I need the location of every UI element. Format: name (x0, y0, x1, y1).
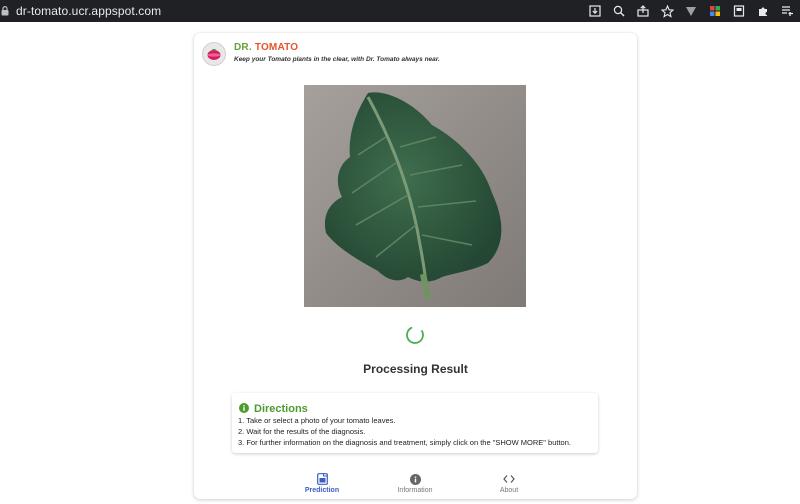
direction-step: 3. For further information on the diagno… (238, 438, 571, 447)
nav-label: Information (397, 487, 433, 494)
puzzle-extensions-icon[interactable] (756, 4, 770, 18)
address-bar-url[interactable]: dr-tomato.ucr.appspot.com (16, 4, 161, 18)
bookmark-star-icon[interactable] (660, 4, 674, 18)
direction-step: 2. Wait for the results of the diagnosis… (238, 427, 366, 436)
app-tagline: Keep your Tomato plants in the clear, wi… (234, 56, 440, 63)
browser-toolbar: dr-tomato.ucr.appspot.com (0, 0, 800, 22)
tomato-logo-icon (202, 42, 226, 66)
browser-actions (588, 0, 794, 22)
directions-title: Directions (254, 403, 308, 415)
reading-list-icon[interactable] (780, 4, 794, 18)
app-title-tomato: TOMATO (254, 42, 299, 53)
nav-about[interactable]: About (474, 473, 544, 494)
app-card: DR. TOMATO Keep your Tomato plants in th… (194, 33, 637, 499)
direction-step: 1. Take or select a photo of your tomato… (238, 416, 396, 425)
extension-grid-icon[interactable] (708, 4, 722, 18)
app-title: DR. TOMATO (234, 42, 298, 53)
processing-status: Processing Result (363, 362, 468, 376)
info-icon (409, 473, 421, 485)
nav-prediction[interactable]: Prediction (287, 473, 357, 494)
lock-icon[interactable] (0, 5, 10, 17)
bottom-navigation: Prediction Information About (194, 473, 637, 499)
download-icon[interactable] (588, 4, 602, 18)
code-icon (503, 473, 515, 485)
share-icon[interactable] (636, 4, 650, 18)
nav-information[interactable]: Information (380, 473, 450, 494)
uploaded-leaf-image (304, 85, 526, 307)
extension-v-icon[interactable] (684, 4, 698, 18)
prediction-icon (316, 473, 328, 485)
app-title-dr: DR. (234, 42, 252, 53)
nav-label: About (499, 487, 519, 494)
directions-panel: Directions 1. Take or select a photo of … (232, 393, 598, 453)
zoom-icon[interactable] (612, 4, 626, 18)
nav-label: Prediction (304, 487, 340, 494)
extension-book-icon[interactable] (732, 4, 746, 18)
directions-list: 1. Take or select a photo of your tomato… (238, 415, 571, 448)
loading-spinner-icon (405, 325, 425, 345)
